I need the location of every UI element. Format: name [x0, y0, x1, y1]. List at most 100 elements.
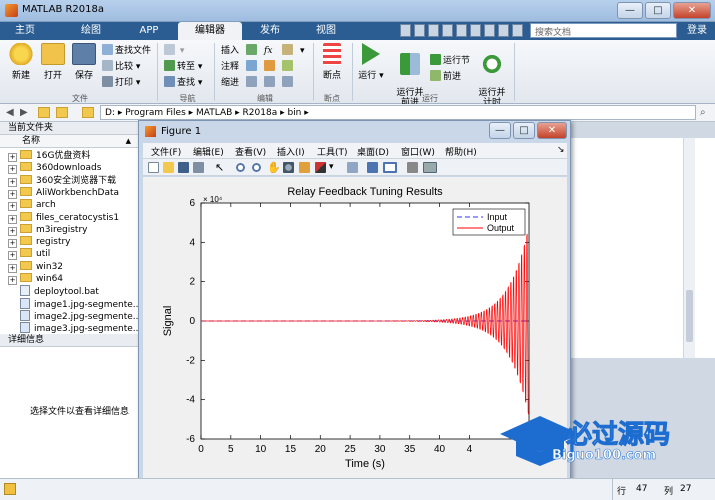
breakpoints-button[interactable]: 断点	[317, 43, 347, 81]
insert-menu-chevron-icon[interactable]: ▾	[300, 44, 305, 58]
expand-plus-icon[interactable]: +	[8, 239, 17, 249]
folder-row[interactable]: + m3iregistry	[0, 223, 140, 236]
expand-plus-icon[interactable]: +	[8, 263, 17, 273]
folder-row[interactable]: + win32	[0, 260, 140, 273]
maximize-button[interactable]: □	[645, 2, 671, 19]
back-arrow-icon[interactable]: ◀	[6, 107, 14, 118]
menu-help[interactable]: 帮助(H)	[445, 145, 477, 158]
folder-row[interactable]: + AliWorkbenchData	[0, 186, 140, 199]
goto-button[interactable]: 转至 ▾	[164, 60, 202, 74]
expand-plus-icon[interactable]: +	[8, 276, 17, 285]
brush-dropdown-icon[interactable]: ▾	[329, 162, 340, 173]
vertical-scrollbar[interactable]	[683, 138, 695, 358]
file-row[interactable]: image2.jpg-segmente...	[0, 309, 140, 322]
folder-row[interactable]: +16G优盘资料	[0, 150, 140, 162]
run-button[interactable]: 运行 ▾	[355, 43, 387, 81]
up-folder-icon[interactable]	[38, 107, 50, 118]
advance-button[interactable]: 前进	[430, 70, 461, 84]
run-and-time-button[interactable]: 运行并 计时	[474, 43, 510, 108]
show-plot-tools-icon[interactable]	[423, 162, 437, 173]
menu-edit[interactable]: 编辑(E)	[193, 145, 224, 158]
expand-plus-icon[interactable]: +	[8, 226, 17, 236]
insert-button[interactable]: 插入	[221, 44, 239, 58]
insert-section-icon[interactable]	[246, 44, 259, 58]
file-row[interactable]: image3.jpg-segmente...	[0, 322, 140, 334]
comment-button[interactable]: 注释	[221, 60, 239, 74]
path-search-icon[interactable]: ⌕	[700, 107, 706, 118]
scrollbar-thumb[interactable]	[686, 290, 693, 342]
back-forward-button[interactable]: ▾	[164, 44, 184, 58]
login-link[interactable]: 登录	[681, 23, 713, 38]
print-button[interactable]: 打印 ▾	[102, 76, 140, 90]
save-figure-icon[interactable]	[178, 162, 189, 173]
indent-smart-icon[interactable]	[264, 76, 277, 90]
figure-maximize-button[interactable]: □	[513, 122, 535, 139]
new-button[interactable]: 新建	[4, 43, 38, 81]
figure-close-button[interactable]: ✕	[537, 122, 567, 139]
expand-plus-icon[interactable]: +	[8, 165, 17, 175]
save-button[interactable]: 保存	[67, 43, 101, 81]
expand-plus-icon[interactable]: +	[8, 251, 17, 261]
quick-dropdown-icon[interactable]	[512, 24, 523, 37]
comment-toggle-icon[interactable]	[264, 60, 277, 74]
folder-row[interactable]: + arch	[0, 199, 140, 212]
quick-redo-icon[interactable]	[470, 24, 481, 37]
zoom-out-icon[interactable]	[251, 162, 262, 173]
open-button[interactable]: 打开	[36, 43, 70, 81]
search-docs-input[interactable]: 搜索文档	[530, 23, 677, 38]
tab-view[interactable]: 视图	[306, 22, 346, 40]
legend-icon[interactable]	[383, 162, 397, 173]
expand-plus-icon[interactable]: +	[8, 177, 17, 187]
run-section-button[interactable]: 运行节	[430, 54, 470, 68]
compare-button[interactable]: 比较 ▾	[102, 60, 140, 74]
folder-row[interactable]: +360downloads	[0, 162, 140, 175]
quick-help-icon[interactable]	[498, 24, 509, 37]
insert-function-button[interactable]: fx	[264, 44, 272, 58]
tab-publish[interactable]: 发布	[250, 22, 290, 40]
expand-plus-icon[interactable]: +	[8, 189, 17, 199]
insert-dropdown-icon[interactable]	[282, 44, 295, 58]
name-column-header[interactable]: 名称 ▲	[0, 135, 139, 148]
tab-editor[interactable]: 编辑器	[178, 22, 242, 40]
expand-plus-icon[interactable]: +	[8, 214, 17, 224]
tab-home[interactable]: 主页	[6, 22, 44, 40]
menu-insert[interactable]: 插入(I)	[277, 145, 305, 158]
find-button[interactable]: 查找 ▾	[164, 76, 202, 90]
zoom-in-icon[interactable]	[235, 162, 246, 173]
folder-row[interactable]: + registry	[0, 236, 140, 249]
pan-hand-icon[interactable]: ✋	[267, 162, 281, 173]
brush-icon[interactable]	[315, 162, 326, 173]
comment-percent-icon[interactable]	[246, 60, 259, 74]
quick-save-icon[interactable]	[400, 24, 411, 37]
menu-desktop[interactable]: 桌面(D)	[357, 145, 389, 158]
current-folder-path[interactable]: D: ▸ Program Files ▸ MATLAB ▸ R2018a ▸ b…	[100, 105, 696, 120]
print-figure-icon[interactable]	[193, 162, 204, 173]
quick-cut-icon[interactable]	[414, 24, 425, 37]
open-file-icon[interactable]	[163, 162, 174, 173]
link-plot-icon[interactable]	[347, 162, 358, 173]
file-row[interactable]: image1.jpg-segmente...	[0, 297, 140, 310]
rotate-3d-icon[interactable]	[283, 162, 294, 173]
uncomment-icon[interactable]	[282, 60, 295, 74]
folder-row[interactable]: + files_ceratocystis1	[0, 211, 140, 224]
browse-folder-icon[interactable]	[56, 107, 68, 118]
menu-tools[interactable]: 工具(T)	[317, 145, 348, 158]
folder-row[interactable]: + win64	[0, 273, 140, 285]
tab-apps[interactable]: APP	[130, 22, 168, 40]
indent-right-icon[interactable]	[282, 76, 295, 90]
menu-window[interactable]: 窗口(W)	[401, 145, 435, 158]
folder-row[interactable]: +360安全浏览器下载	[0, 174, 140, 187]
expand-plus-icon[interactable]: +	[8, 153, 17, 162]
root-folder-icon[interactable]	[82, 107, 94, 118]
quick-switch-icon[interactable]	[484, 24, 495, 37]
edit-plot-pointer-icon[interactable]: ↖	[215, 162, 226, 173]
folder-row[interactable]: + util	[0, 248, 140, 261]
forward-arrow-icon[interactable]: ▶	[20, 107, 28, 118]
figure-minimize-button[interactable]: —	[489, 122, 511, 139]
expand-plus-icon[interactable]: +	[8, 202, 17, 212]
find-files-button[interactable]: 查找文件	[102, 44, 151, 58]
indent-button[interactable]: 缩进	[221, 76, 239, 90]
quick-copy-icon[interactable]	[428, 24, 439, 37]
close-button[interactable]: ✕	[673, 2, 711, 19]
menubar-dock-icon[interactable]: ↘	[557, 145, 565, 155]
